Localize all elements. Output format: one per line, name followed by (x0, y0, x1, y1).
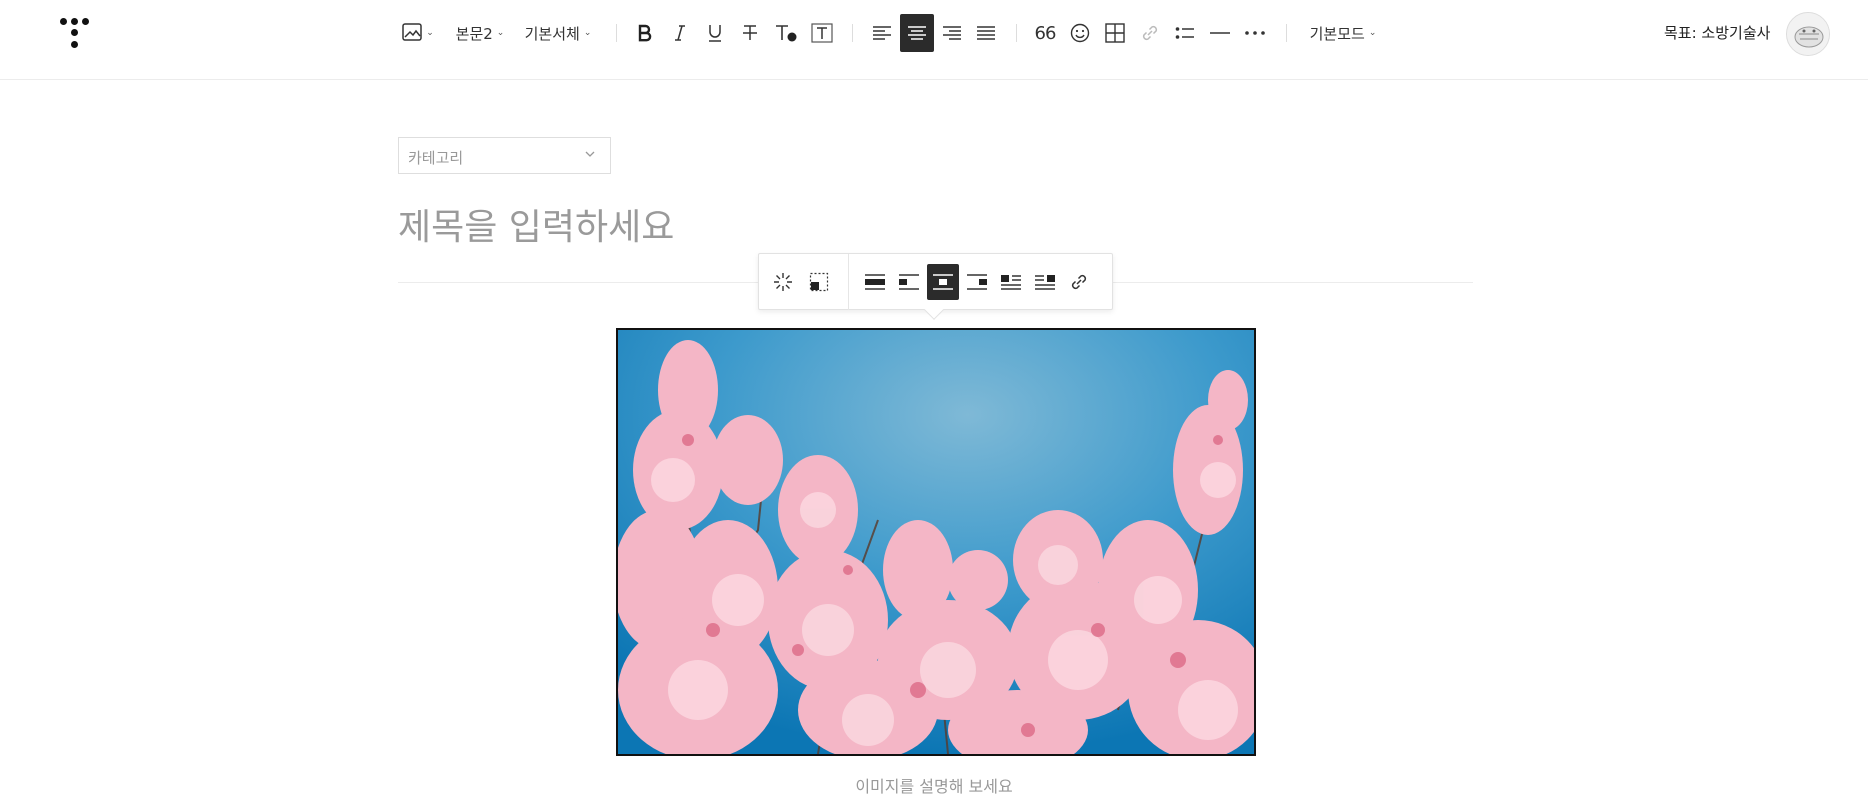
underline-icon (709, 25, 721, 42)
horizontal-rule-icon (1210, 32, 1230, 34)
divider (616, 24, 617, 42)
emoticon-icon (1070, 23, 1090, 43)
link-icon (1071, 274, 1087, 290)
image-left-icon (899, 274, 919, 290)
image-full-width-button[interactable] (859, 264, 891, 300)
toolbar-pointer (924, 300, 944, 320)
horizontal-rule-button[interactable] (1205, 14, 1235, 52)
category-placeholder: 카테고리 (408, 149, 464, 167)
bullet-list-icon (1175, 27, 1194, 39)
chevron-down-icon: ⌄ (583, 28, 592, 38)
image-align-left-button[interactable] (893, 264, 925, 300)
image-center-icon (933, 274, 953, 290)
table-icon (1105, 23, 1125, 43)
text-color-icon (776, 25, 797, 42)
divider (852, 24, 853, 42)
image-link-button[interactable] (1063, 264, 1095, 300)
post-title-input[interactable]: 제목을 입력하세요 (398, 198, 674, 250)
wrap-left-icon (1001, 275, 1021, 290)
cherry-blossom-image[interactable] (616, 328, 1256, 756)
full-width-icon (865, 274, 885, 290)
avatar-image (1787, 13, 1829, 55)
align-right-icon (943, 26, 961, 40)
image-effect-button[interactable] (767, 264, 799, 300)
chevron-down-icon: ⌄ (496, 28, 505, 38)
image-right-icon (967, 274, 987, 290)
more-options-button[interactable] (1240, 14, 1270, 52)
image-crop-button[interactable] (803, 264, 835, 300)
divider (1016, 24, 1017, 42)
image-icon (402, 23, 422, 41)
align-left-icon (873, 26, 891, 40)
divider (1286, 24, 1287, 42)
blossom-picture (618, 330, 1254, 754)
image-toolbar (758, 253, 1113, 320)
align-right-button[interactable] (936, 14, 968, 52)
text-color-button[interactable] (770, 14, 802, 52)
image-align-right-button[interactable] (961, 264, 993, 300)
image-wrap-left-button[interactable] (995, 264, 1027, 300)
align-justify-icon (977, 26, 995, 40)
link-icon (1142, 25, 1158, 41)
paragraph-style-dropdown[interactable]: 본문2 ⌄ (452, 14, 508, 52)
strikethrough-button[interactable] (735, 14, 765, 52)
image-align-center-button[interactable] (927, 264, 959, 300)
align-center-button[interactable] (900, 14, 934, 52)
tistory-logo[interactable] (58, 16, 92, 52)
underline-button[interactable] (700, 14, 730, 52)
text-background-button[interactable] (807, 14, 837, 52)
chevron-down-icon: ⌄ (426, 28, 434, 38)
image-insert-button[interactable]: ⌄ (400, 14, 436, 52)
text-background-icon (811, 23, 833, 43)
paragraph-style-label: 본문2 (455, 24, 493, 43)
image-caption-input[interactable]: 이미지를 설명해 보세요 (0, 773, 1868, 797)
editor-mode-label: 기본모드 (1309, 24, 1365, 43)
table-button[interactable] (1100, 14, 1130, 52)
crop-icon (809, 272, 829, 292)
italic-button[interactable] (665, 14, 695, 52)
font-family-dropdown[interactable]: 기본서체 ⌄ (521, 14, 595, 52)
goal-text: 목표: 소방기술사 (1664, 24, 1771, 42)
align-left-button[interactable] (866, 14, 898, 52)
wrap-right-icon (1035, 275, 1055, 290)
align-center-icon (908, 26, 926, 40)
strikethrough-icon (743, 25, 757, 40)
bold-icon (638, 24, 652, 42)
quote-icon: 66 (1034, 22, 1057, 44)
image-wrap-right-button[interactable] (1029, 264, 1061, 300)
chevron-down-icon: ⌄ (1368, 28, 1377, 38)
editor-toolbar: ⌄ 본문2 ⌄ 기본서체 ⌄ 66 기본모드 ⌄ 목표: 소방기술사 (0, 0, 1868, 80)
align-justify-button[interactable] (970, 14, 1002, 52)
divider (848, 254, 849, 310)
editor-mode-dropdown[interactable]: 기본모드 ⌄ (1306, 14, 1380, 52)
link-button[interactable] (1135, 14, 1165, 52)
sparkle-icon (774, 273, 792, 291)
emoticon-button[interactable] (1065, 14, 1095, 52)
font-family-label: 기본서체 (524, 24, 580, 43)
quote-button[interactable]: 66 (1030, 14, 1060, 52)
italic-icon (675, 25, 685, 41)
avatar[interactable] (1786, 12, 1830, 56)
bullet-list-button[interactable] (1170, 14, 1200, 52)
chevron-down-icon (585, 151, 595, 157)
bold-button[interactable] (630, 14, 660, 52)
category-select[interactable]: 카테고리 (398, 137, 611, 174)
more-icon (1245, 31, 1265, 35)
